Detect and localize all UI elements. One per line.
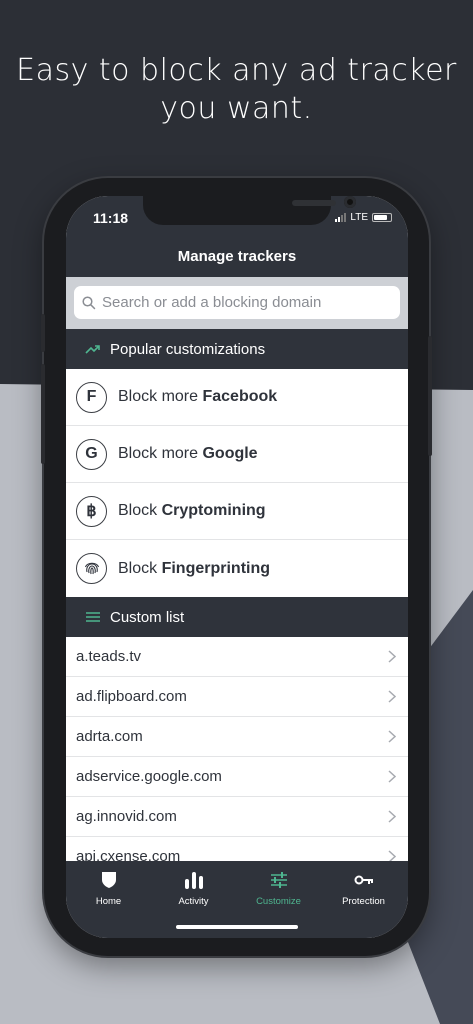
bitcoin-icon: ฿ (76, 495, 107, 527)
row-bold: Cryptomining (161, 502, 266, 519)
notch (143, 196, 356, 225)
trending-icon (85, 345, 100, 354)
custom-list-label: Custom list (110, 608, 185, 626)
chevron-right-icon (388, 690, 396, 703)
google-icon: G (76, 438, 107, 470)
domain-row[interactable]: adrta.com (66, 717, 408, 757)
popular-label: Popular customizations (110, 340, 266, 358)
top-bar: 11:18 LTE Manage trackers (66, 196, 408, 277)
key-icon (354, 875, 373, 885)
block-fingerprinting-row[interactable]: Block Fingerprinting (66, 540, 408, 597)
fingerprint-icon (76, 553, 107, 584)
domain-name: adrta.com (76, 728, 143, 745)
status-icons: LTE (335, 212, 392, 223)
headline-line1: Easy to block any ad tracker (16, 53, 457, 88)
tab-customize[interactable]: Customize (236, 869, 321, 907)
domain-row[interactable]: adservice.google.com (66, 757, 408, 797)
tab-label: Customize (256, 896, 301, 907)
chevron-right-icon (388, 730, 396, 743)
row-bold: Fingerprinting (161, 559, 271, 577)
tab-label: Protection (342, 896, 385, 907)
signal-icon (335, 213, 347, 222)
speaker (292, 200, 336, 206)
block-cryptomining-row[interactable]: ฿ Block Cryptomining (66, 483, 408, 540)
power-button (428, 336, 432, 456)
search-icon (82, 295, 96, 309)
bar-chart-icon (184, 872, 203, 889)
app-screen: 11:18 LTE Manage trackers Search or add … (66, 196, 408, 938)
home-indicator[interactable] (176, 925, 298, 929)
domain-row[interactable]: a.teads.tv (66, 637, 408, 677)
row-prefix: Block (118, 502, 162, 519)
volume-button (41, 364, 45, 464)
tab-label: Activity (178, 896, 209, 907)
row-bold: Facebook (202, 388, 278, 405)
row-bold: Google (202, 445, 258, 462)
tab-home[interactable]: Home (66, 869, 151, 907)
screen-title: Manage trackers (177, 248, 297, 265)
status-time: 11:18 (93, 210, 129, 226)
search-bar: Search or add a blocking domain (66, 277, 408, 329)
row-prefix: Block (118, 559, 162, 577)
domain-name: ad.flipboard.com (76, 688, 187, 705)
facebook-icon: F (76, 381, 107, 413)
row-prefix: Block more (118, 388, 203, 405)
row-prefix: Block more (118, 445, 203, 462)
search-placeholder: Search or add a blocking domain (102, 294, 322, 311)
headline: Easy to block any ad tracker you want. (0, 52, 473, 128)
network-label: LTE (350, 212, 368, 223)
block-facebook-row[interactable]: F Block more Facebook (66, 369, 408, 426)
chevron-right-icon (388, 770, 396, 783)
domain-row[interactable]: ad.flipboard.com (66, 677, 408, 717)
domain-name: a.teads.tv (76, 648, 142, 665)
battery-icon (372, 213, 392, 222)
domain-row[interactable]: ag.innovid.com (66, 797, 408, 837)
block-google-row[interactable]: G Block more Google (66, 426, 408, 483)
headline-line2: you want. (160, 91, 313, 126)
tab-activity[interactable]: Activity (151, 869, 236, 907)
list-icon (86, 612, 100, 622)
sliders-icon (270, 872, 287, 888)
domain-name: ag.innovid.com (76, 808, 177, 825)
shield-icon (101, 872, 116, 888)
chevron-right-icon (388, 650, 396, 663)
domain-name: adservice.google.com (76, 768, 222, 785)
custom-list-header: Custom list (66, 597, 408, 637)
tab-protection[interactable]: Protection (321, 869, 406, 907)
camera-icon (344, 196, 356, 208)
tab-label: Home (95, 896, 122, 907)
search-input[interactable]: Search or add a blocking domain (74, 286, 400, 319)
popular-header: Popular customizations (66, 329, 408, 369)
chevron-right-icon (388, 810, 396, 823)
side-button (41, 314, 45, 352)
